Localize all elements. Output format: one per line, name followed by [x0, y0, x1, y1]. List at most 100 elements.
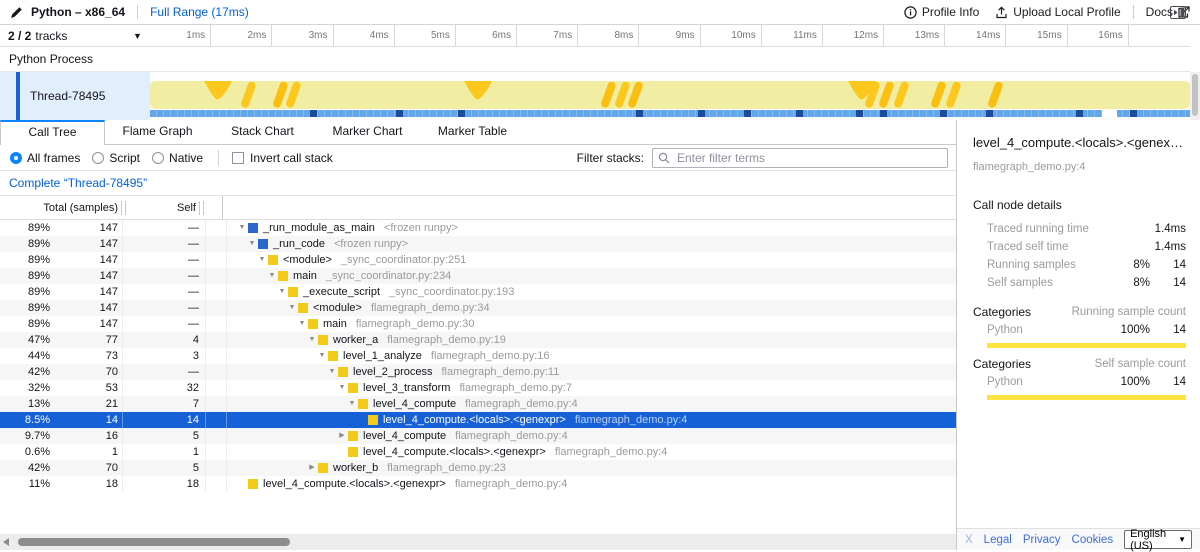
table-row[interactable]: 11%1818level_4_compute.<locals>.<genexpr… [0, 476, 956, 492]
frame-name: _run_module_as_main [263, 220, 375, 236]
table-row[interactable]: 89%147—▼main_sync_coordinator.py:234 [0, 268, 956, 284]
tracks-vertical-scrollbar[interactable] [1190, 72, 1200, 120]
footer-link-x[interactable]: X [965, 534, 973, 546]
total-samples: 18 [50, 476, 122, 492]
table-row[interactable]: 44%733▼level_1_analyzeflamegraph_demo.py… [0, 348, 956, 364]
column-header-total[interactable]: Total (samples) [0, 202, 118, 214]
cell-spacer [206, 332, 227, 348]
table-row[interactable]: 47%774▼worker_aflamegraph_demo.py:19 [0, 332, 956, 348]
sidebar-node-title: level_4_compute.<locals>.<genex… [973, 135, 1194, 150]
filter-stacks-input[interactable] [652, 148, 948, 168]
expand-arrow-icon[interactable]: ▶ [306, 460, 318, 476]
thread-label-cell[interactable]: Thread-78495 [0, 72, 150, 120]
collapse-arrow-icon[interactable]: ▼ [296, 316, 308, 332]
table-row[interactable]: 8.5%1414level_4_compute.<locals>.<genexp… [0, 412, 956, 428]
select-caret-icon: ▼ [1178, 535, 1186, 544]
collapse-arrow-icon[interactable]: ▼ [266, 268, 278, 284]
total-percent: 42% [0, 364, 50, 380]
table-row[interactable]: 89%147—▼_run_module_as_main<frozen runpy… [0, 220, 956, 236]
dropdown-caret-icon[interactable]: ▼ [133, 31, 142, 41]
sample-dark-segment [396, 110, 403, 117]
cell-spacer [206, 300, 227, 316]
cell-self: 1 [123, 444, 206, 460]
cell-self: — [123, 284, 206, 300]
track-python-process[interactable]: Python Process [0, 47, 1190, 72]
collapse-arrow-icon[interactable]: ▼ [316, 348, 328, 364]
radio-label-native[interactable]: Native [169, 151, 203, 165]
radio-script[interactable] [92, 152, 104, 164]
detail-value: 1.4ms [1150, 223, 1186, 235]
table-row[interactable]: 13%217▼level_4_computeflamegraph_demo.py… [0, 396, 956, 412]
collapse-arrow-icon[interactable]: ▼ [346, 396, 358, 412]
thread-activity-track[interactable] [150, 72, 1190, 120]
expand-arrow-icon[interactable]: ▶ [336, 428, 348, 444]
cell-spacer [206, 428, 227, 444]
table-row[interactable]: 89%147—▼<module>flamegraph_demo.py:34 [0, 300, 956, 316]
tab-stack-chart[interactable]: Stack Chart [210, 120, 315, 144]
collapse-arrow-icon[interactable]: ▼ [326, 364, 338, 380]
collapse-arrow-icon[interactable]: ▼ [306, 332, 318, 348]
footer-link-privacy[interactable]: Privacy [1023, 534, 1061, 546]
call-tree-rows: 89%147— ▼ _run_module_as_main<frozen runpy… [0, 220, 956, 492]
collapse-arrow-icon[interactable]: ▼ [236, 220, 248, 236]
scroll-left-arrow-icon[interactable] [3, 538, 9, 546]
table-row[interactable]: 32%5332▼level_3_transformflamegraph_demo… [0, 380, 956, 396]
radio-native[interactable] [152, 152, 164, 164]
total-samples: 70 [50, 364, 122, 380]
call-node-sidebar: level_4_compute.<locals>.<genex… flamegr… [956, 120, 1200, 550]
radio-all-frames[interactable] [10, 152, 22, 164]
collapse-arrow-icon[interactable]: ▼ [276, 284, 288, 300]
tracks-dropdown[interactable]: 2 / 2 tracks [0, 25, 150, 47]
upload-button[interactable]: Upload Local Profile [995, 5, 1120, 19]
sidebar-toggle-button[interactable] [1170, 6, 1186, 19]
table-row[interactable]: 42%705▶worker_bflamegraph_demo.py:23 [0, 460, 956, 476]
category-heading: Categories [973, 357, 1095, 371]
tab-marker-chart[interactable]: Marker Chart [315, 120, 420, 144]
cell-total: 11%18 [0, 476, 123, 492]
vertical-scroll-thumb[interactable] [1192, 74, 1198, 116]
radio-label-script[interactable]: Script [109, 151, 140, 165]
cell-self: 4 [123, 332, 206, 348]
horizontal-scroll-thumb[interactable] [18, 538, 290, 546]
cell-total: 89%147 [0, 316, 123, 332]
cell-tree: ▼_run_code<frozen runpy> [227, 236, 956, 252]
collapse-arrow-icon[interactable]: ▼ [336, 380, 348, 396]
profile-info-button[interactable]: Profile Info [904, 5, 979, 19]
frame-name: worker_b [333, 460, 378, 476]
table-row[interactable]: 89%147—▼_run_code<frozen runpy> [0, 236, 956, 252]
timeline-ruler[interactable]: 1ms2ms3ms4ms5ms6ms7ms8ms9ms10ms11ms12ms1… [150, 25, 1190, 47]
radio-label-all-frames[interactable]: All frames [27, 151, 80, 165]
full-range-link[interactable]: Full Range (17ms) [150, 5, 249, 19]
tab-marker-table[interactable]: Marker Table [420, 120, 525, 144]
sample-dark-segment [986, 110, 993, 117]
frame-name: level_4_compute.<locals>.<genexpr> [363, 444, 546, 460]
total-percent: 9.7% [0, 428, 50, 444]
table-row[interactable]: 9.7%165▶level_4_computeflamegraph_demo.p… [0, 428, 956, 444]
frame-name: level_4_compute.<locals>.<genexpr> [383, 412, 566, 428]
column-resize-handle[interactable] [199, 201, 204, 215]
collapse-arrow-icon[interactable]: ▼ [246, 236, 258, 252]
tracks-word: tracks [35, 29, 67, 43]
footer-link-cookies[interactable]: Cookies [1072, 534, 1114, 546]
ruler-tick-14ms: 14ms [945, 25, 1006, 46]
horizontal-scrollbar[interactable] [0, 534, 956, 550]
table-row[interactable]: 89%147—▼mainflamegraph_demo.py:30 [0, 316, 956, 332]
column-header-self[interactable]: Self [126, 202, 196, 214]
language-select[interactable]: English (US) ▼ [1124, 530, 1192, 549]
table-row[interactable]: 89%147—▼<module>_sync_coordinator.py:251 [0, 252, 956, 268]
invert-call-stack-checkbox[interactable] [232, 152, 244, 164]
collapse-arrow-icon[interactable]: ▼ [286, 300, 298, 316]
table-row[interactable]: 89%147—▼_execute_script_sync_coordinator… [0, 284, 956, 300]
frame-file: <frozen runpy> [334, 236, 408, 252]
collapse-arrow-icon[interactable]: ▼ [256, 252, 268, 268]
cell-tree: ▶level_4_computeflamegraph_demo.py:4 [227, 428, 956, 444]
tab-call-tree[interactable]: Call Tree [0, 120, 105, 145]
footer-link-legal[interactable]: Legal [984, 534, 1012, 546]
breadcrumb[interactable]: Complete “Thread-78495” [9, 176, 147, 190]
frame-file: flamegraph_demo.py:4 [455, 476, 568, 492]
tab-flame-graph[interactable]: Flame Graph [105, 120, 210, 144]
table-row[interactable]: 0.6%11level_4_compute.<locals>.<genexpr>… [0, 444, 956, 460]
table-row[interactable]: 42%70—▼level_2_processflamegraph_demo.py… [0, 364, 956, 380]
frame-file: flamegraph_demo.py:34 [371, 300, 490, 316]
total-percent: 89% [0, 316, 50, 332]
